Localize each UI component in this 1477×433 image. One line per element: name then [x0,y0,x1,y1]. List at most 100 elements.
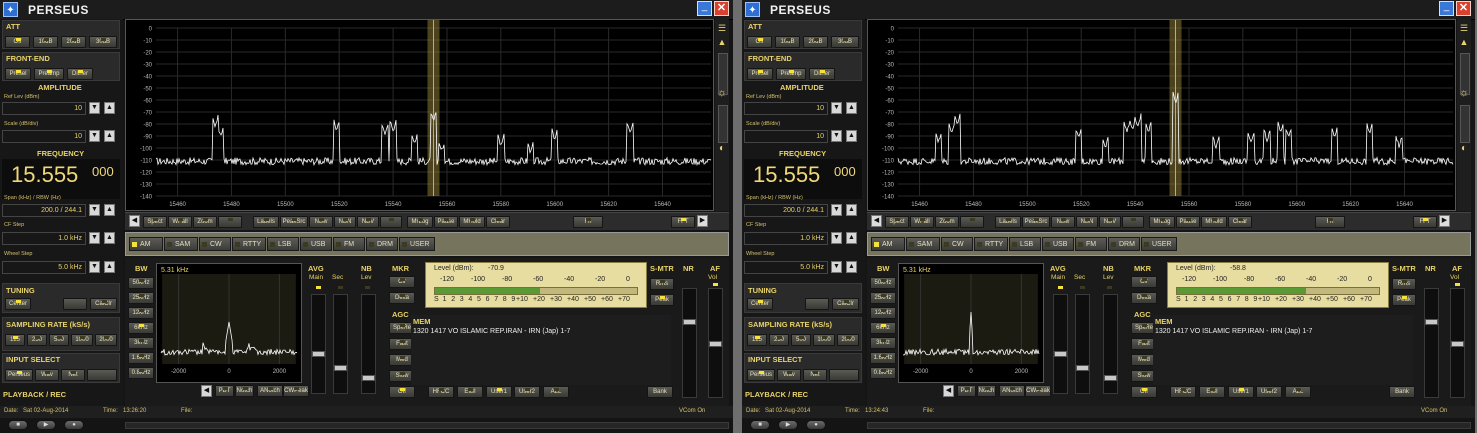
smtr-rms-button[interactable]: Rms [650,278,674,290]
mode-lsb-button[interactable]: LSB [267,237,299,251]
bw-12khz-button[interactable]: 12kHz [128,307,154,319]
smtr-peak-button[interactable]: Peak [650,294,674,306]
fft-button[interactable]: FFT [1413,216,1437,228]
toolbar-button-nbw[interactable]: NBw [309,216,333,228]
toolbar-button-clear[interactable]: Clear [1228,216,1252,228]
toolbar-button-clear[interactable]: Clear [486,216,510,228]
span-field[interactable]: 200.0 / 244.1 [744,204,828,217]
bw-spectrum[interactable]: 5.31 kHz -2000 0 2000 [898,263,1044,383]
wheel-step-up-button[interactable]: ▲ [846,261,857,273]
tuning-blank-button[interactable] [805,298,829,310]
att-off-button[interactable]: Off [5,36,30,48]
sampling-125-button[interactable]: 125 [747,334,767,346]
input-net-button[interactable]: Net [61,369,85,381]
toolbar-button-spect[interactable]: Spect [143,216,167,228]
mem-all-button[interactable]: ALL [543,386,569,398]
bw-left-button[interactable]: ◀ [943,385,954,397]
scroll-up-icon[interactable]: ▲ [716,37,728,47]
nr-slider[interactable] [1424,288,1439,398]
toolbar-button-mhold[interactable]: MHold [459,216,485,228]
calclr-button[interactable]: CalClr [90,298,117,310]
span-down-button[interactable]: ▼ [89,204,100,216]
menu-lines-icon[interactable]: ☰ [716,23,728,34]
mode-am-button[interactable]: AM [129,237,163,251]
mem-user1-button[interactable]: User1 [486,386,512,398]
scroll-left-button[interactable]: ◀ [129,215,140,227]
bw-pbt-button[interactable]: PBT [957,385,976,397]
toolbar-button-blank9[interactable] [380,216,402,228]
sampling-500-button[interactable]: 500 [49,334,69,346]
stop-button[interactable]: ■ [750,420,770,430]
cf-step-field[interactable]: 1.0 kHz [744,232,828,245]
mkr-clr-button[interactable]: Clr [389,276,415,288]
bw-pbt-button[interactable]: PBT [215,385,234,397]
mode-user-button[interactable]: USER [1141,237,1177,251]
avg-sec-slider[interactable] [1075,294,1090,394]
input-wav-button[interactable]: Wav [777,369,801,381]
mode-fm-button[interactable]: FM [1075,237,1107,251]
bw-cwpeak-button[interactable]: CWPeak [283,385,309,397]
close-button[interactable]: ✕ [1456,1,1471,16]
toolbar-button-wfall[interactable]: WFall [910,216,934,228]
calclr-button[interactable]: CalClr [832,298,859,310]
input-perseus-button[interactable]: Perseus [747,369,775,381]
toolbar-button-nbv[interactable]: NBV [1099,216,1121,228]
mode-drm-button[interactable]: DRM [1108,237,1140,251]
fft-button[interactable]: FFT [671,216,695,228]
toolbar-button-mrlog[interactable]: MrLog [407,216,433,228]
tuning-blank-button[interactable] [63,298,87,310]
toolbar-button-pause[interactable]: Pause [1176,216,1200,228]
mode-drm-button[interactable]: DRM [366,237,398,251]
scale-up-button[interactable]: ▲ [846,130,857,142]
att-30db-button[interactable]: 30dB [89,36,117,48]
ref-level-up-button[interactable]: ▲ [104,102,115,114]
sampling-2000-button[interactable]: 2000 [837,334,859,346]
mkr-delta-button[interactable]: Delta [389,292,415,304]
frequency-display[interactable]: 15.555 000 [2,159,120,199]
toolbar-button-wfall[interactable]: WFall [168,216,192,228]
center-button[interactable]: Center [5,298,31,310]
input-wav-button[interactable]: Wav [35,369,59,381]
toolbar-button-zoom[interactable]: Zoom [193,216,217,228]
af-volume-slider[interactable] [1450,288,1465,398]
mem-all-button[interactable]: ALL [1285,386,1311,398]
toolbar-button-blank3[interactable] [960,216,984,228]
wheel-step-field[interactable]: 5.0 kHz [2,261,86,274]
bw-0p8khz-button[interactable]: 0.8kHz [870,367,896,379]
sampling-250-button[interactable]: 250 [769,334,789,346]
stop-button[interactable]: ■ [8,420,28,430]
scroll-right-button[interactable]: ▶ [697,215,708,227]
toolbar-button-fn[interactable]: Fn [573,216,603,228]
span-up-button[interactable]: ▲ [846,204,857,216]
toolbar-button-zoom[interactable]: Zoom [935,216,959,228]
center-button[interactable]: Center [747,298,773,310]
avg-sec-slider[interactable] [333,294,348,394]
wheel-step-down-button[interactable]: ▼ [89,261,100,273]
toolbar-button-peaksrc[interactable]: PeakSrc [1022,216,1050,228]
ref-level-field[interactable]: 10 [2,102,86,115]
bw-cwpeak-button[interactable]: CWPeak [1025,385,1051,397]
toolbar-button-mrlog[interactable]: MrLog [1149,216,1175,228]
mem-hfcc-button[interactable]: HFCC [1170,386,1196,398]
ref-level-field[interactable]: 10 [744,102,828,115]
smtr-peak-button[interactable]: Peak [1392,294,1416,306]
mode-user-button[interactable]: USER [399,237,435,251]
att-10db-button[interactable]: 10dB [775,36,800,48]
sampling-1000-button[interactable]: 1000 [813,334,835,346]
bw-anotch-button[interactable]: ANotch [257,385,283,397]
close-button[interactable]: ✕ [714,1,729,16]
scale-down-button[interactable]: ▼ [831,130,842,142]
nr-slider[interactable] [682,288,697,398]
ref-level-down-button[interactable]: ▼ [89,102,100,114]
play-button[interactable]: ▶ [36,420,56,430]
bw-spectrum[interactable]: 5.31 kHz -2000 0 2000 [156,263,302,383]
scale-down-button[interactable]: ▼ [89,130,100,142]
toolbar-button-blank9[interactable] [1122,216,1144,228]
cf-step-field[interactable]: 1.0 kHz [2,232,86,245]
scroll-left-button[interactable]: ◀ [871,215,882,227]
brightness-slider[interactable] [1460,105,1470,143]
wheel-step-up-button[interactable]: ▲ [104,261,115,273]
toolbar-button-fn[interactable]: Fn [1315,216,1345,228]
att-20db-button[interactable]: 20dB [61,36,86,48]
bw-anotch-button[interactable]: ANotch [999,385,1025,397]
